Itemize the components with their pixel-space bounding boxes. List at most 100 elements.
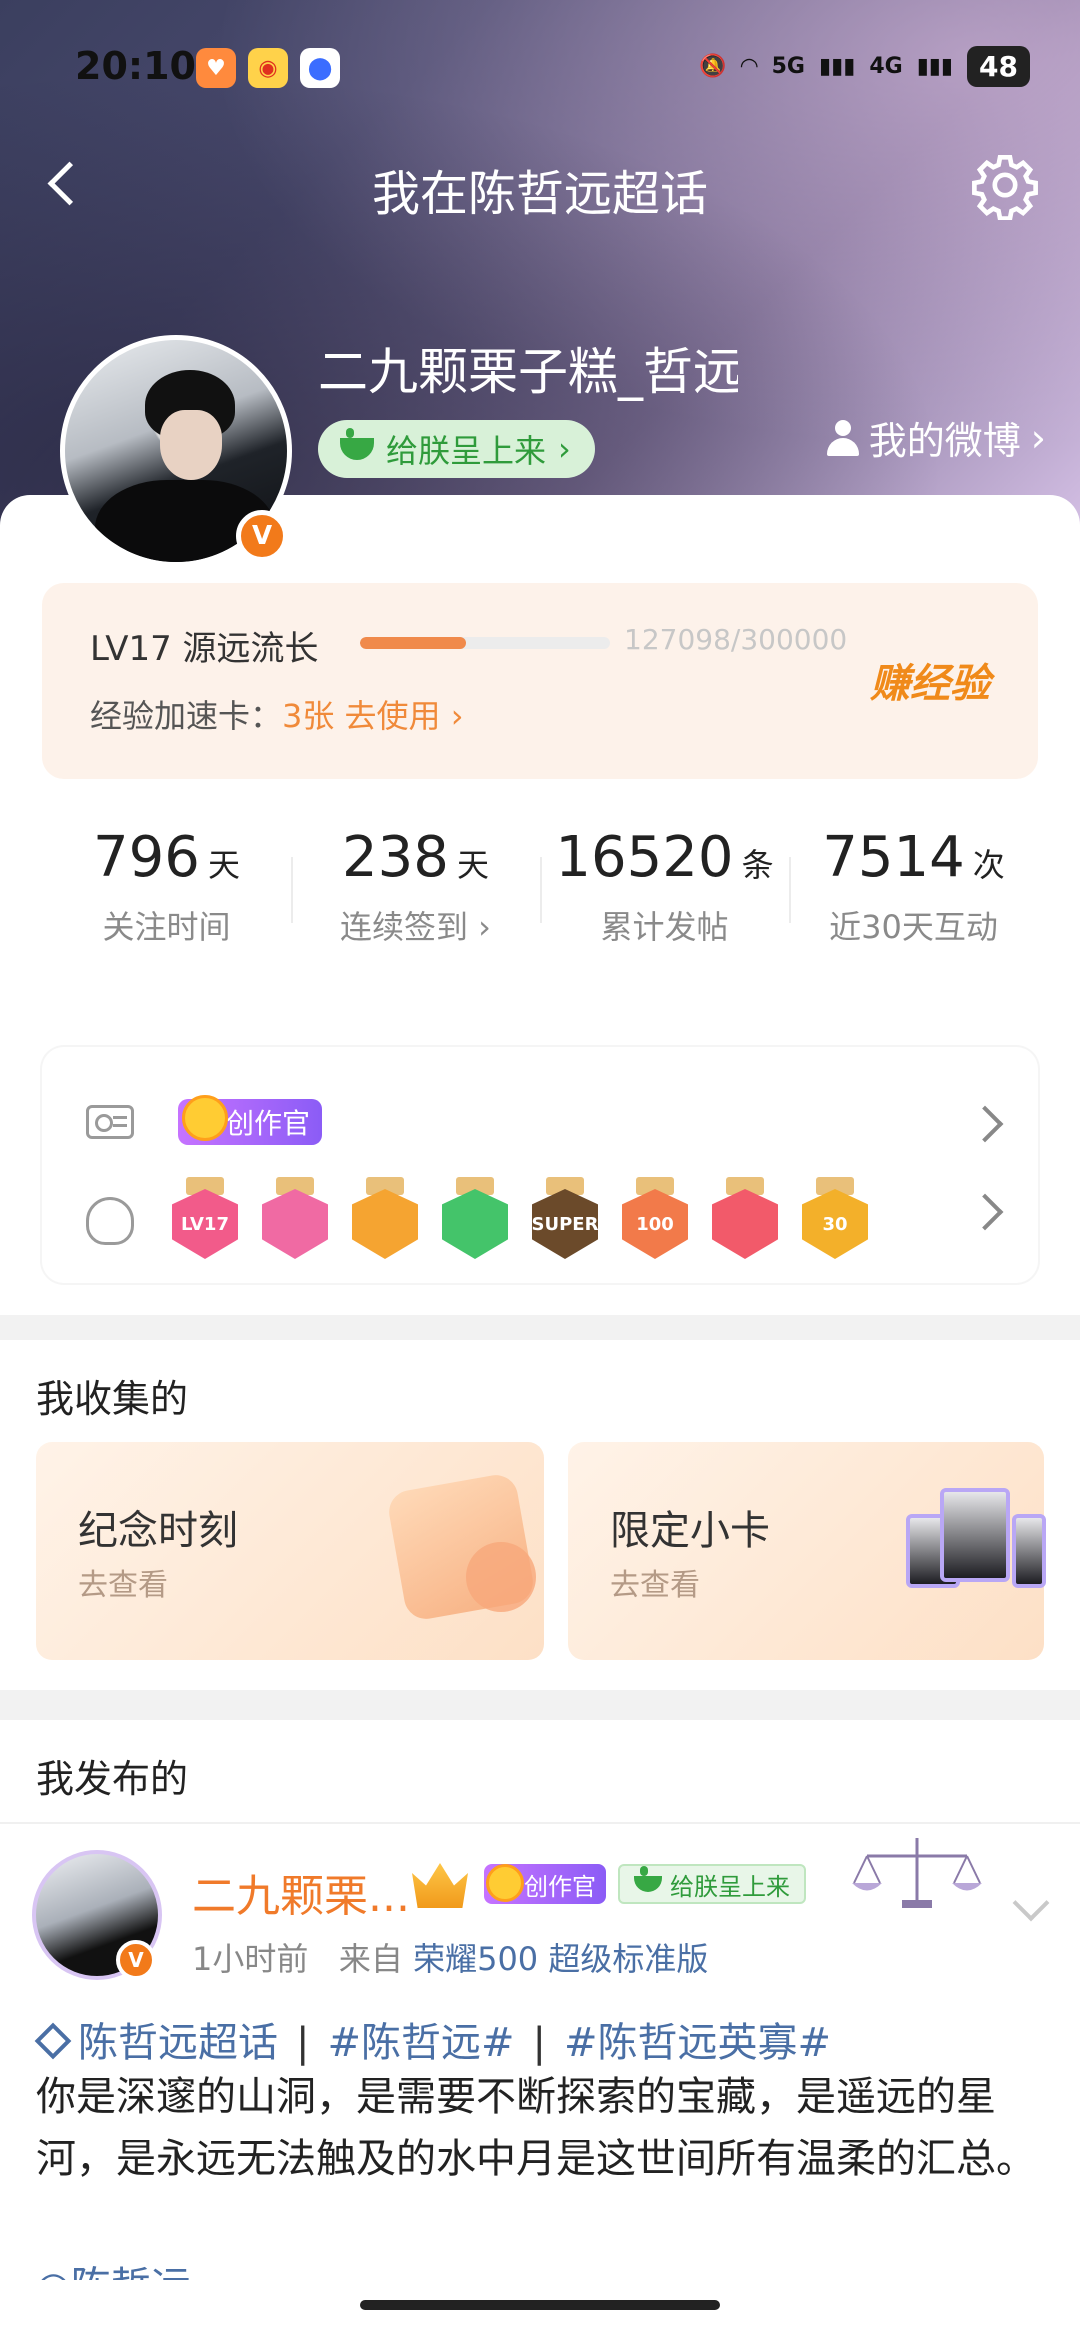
posts-title: 我发布的 (36, 1757, 189, 1801)
level-panel[interactable]: LV17 源远流长 127098/300000 赚经验 经验加速卡：3张 去使用… (42, 583, 1038, 779)
photo-card-thumb (1012, 1514, 1046, 1588)
network-5g: 5G (771, 54, 805, 79)
username: 二九颗栗子糕_哲远 (318, 343, 738, 401)
speed-card-label: 经验加速卡： (90, 697, 283, 735)
reward-label: 给朕呈上来 (386, 432, 547, 470)
home-indicator[interactable] (360, 2300, 720, 2310)
chevron-down-icon[interactable] (1012, 1884, 1050, 1922)
notification-app-icon: ♥ (196, 48, 236, 88)
photo-card-thumb (940, 1488, 1010, 1582)
collection-card-moments[interactable]: 纪念时刻 去查看 (36, 1442, 544, 1660)
medal-text: SUPER (532, 1189, 598, 1259)
chevron-right-icon[interactable] (966, 1105, 1004, 1143)
collection-sub: 去查看 (610, 1568, 700, 1603)
level-progress-bar (360, 637, 610, 649)
chevron-right-icon[interactable] (966, 1193, 1004, 1231)
battery-indicator: 48 (967, 46, 1030, 87)
collections-section: 我收集的 纪念时刻 去查看 限定小卡 去查看 (0, 1340, 1080, 1690)
status-time: 20:10 (75, 44, 196, 88)
libra-scale-icon (852, 1838, 982, 1908)
collection-card-limited[interactable]: 限定小卡 去查看 (568, 1442, 1046, 1660)
medal-text (352, 1189, 418, 1259)
wifi-icon: ◠ (740, 54, 758, 79)
creator-tag-label: 创作官 (226, 1107, 311, 1140)
medal-list[interactable]: LV17 SUPER 100 30 (172, 1177, 868, 1259)
medal-text (712, 1189, 778, 1259)
medal-badge-icon (442, 1177, 508, 1259)
earn-exp-button[interactable]: 赚经验 (870, 651, 990, 709)
collections-title: 我收集的 (36, 1377, 189, 1421)
signal-icon-2: ▮▮▮ (916, 54, 954, 79)
reward-tag-label: 给朕呈上来 (670, 1872, 790, 1901)
medal-badge-icon (352, 1177, 418, 1259)
medal-text: 100 (622, 1189, 688, 1259)
medal-text (262, 1189, 328, 1259)
collection-sub: 去查看 (78, 1568, 168, 1603)
medal-badge-icon: 100 (622, 1177, 688, 1259)
post-meta: 1小时前 来自 荣耀500 超级标准版 (192, 1934, 708, 1980)
divider (0, 1822, 1080, 1824)
medal-badge-icon (712, 1177, 778, 1259)
status-icons: 🔕 ◠ 5G ▮▮▮ 4G ▮▮▮ 48 (699, 46, 1030, 87)
post-time: 1小时前 (192, 1940, 309, 1978)
level-title: LV17 源远流长 (90, 629, 319, 669)
stat-checkin-days[interactable]: 238 天 连续签到 › (291, 825, 540, 965)
weibo-app-icon: ◉ (248, 48, 288, 88)
medal-badge-icon (262, 1177, 328, 1259)
creator-face-icon (182, 1095, 228, 1141)
post-tags: 陈哲远超话 | #陈哲远# | #陈哲远英寡# (34, 2010, 831, 2068)
post-author[interactable]: 二九颗栗... (192, 1860, 410, 1924)
bowl-icon (340, 428, 374, 460)
stat-follow-days: 796 天 关注时间 (93, 825, 240, 946)
supertopic-link[interactable]: 陈哲远超话 (78, 2020, 278, 2066)
supertopic-icon (34, 2022, 72, 2060)
posts-section: 我发布的 V 二九颗栗... 创作官 给朕呈上来 1小时前 来自 荣耀500 超… (0, 1720, 1080, 2337)
medal-text: LV17 (172, 1189, 238, 1259)
creator-face-icon (486, 1864, 524, 1902)
chevron-right-icon: › (1030, 415, 1046, 460)
bowl-icon (634, 1866, 662, 1892)
profile-card: LV17 源远流长 127098/300000 赚经验 经验加速卡：3张 去使用… (0, 495, 1080, 1315)
hashtag-link[interactable]: #陈哲远英寡# (564, 2020, 831, 2066)
medal-badge-icon: LV17 (172, 1177, 238, 1259)
collection-title: 限定小卡 (610, 1508, 770, 1554)
signal-icon: ▮▮▮ (819, 54, 856, 79)
hashtag-link[interactable]: #陈哲远# (327, 2020, 514, 2066)
collection-title: 纪念时刻 (78, 1508, 238, 1554)
reward-button[interactable]: 给朕呈上来 › (318, 420, 595, 478)
post-device[interactable]: 荣耀500 超级标准版 (413, 1940, 708, 1978)
creator-tag-label: 创作官 (524, 1872, 596, 1901)
browser-app-icon: ⬤ (300, 48, 340, 88)
verified-badge-icon: V (236, 510, 288, 562)
post-mention-cut[interactable]: ◎陈哲远 (36, 2254, 191, 2280)
chevron-right-icon: › (558, 430, 571, 468)
speed-card-row[interactable]: 经验加速卡：3张 去使用 › (90, 691, 464, 737)
heart-icon (466, 1542, 536, 1612)
person-icon (826, 419, 859, 456)
crown-icon (412, 1863, 468, 1908)
medal-badge-icon: SUPER (532, 1177, 598, 1259)
post-body[interactable]: 你是深邃的山洞，是需要不断探索的宝藏，是遥远的星河，是永远无法触及的水中月是这世… (36, 2066, 1046, 2190)
creator-tag[interactable]: 创作官 (484, 1864, 606, 1904)
medal-text (442, 1189, 508, 1259)
post-from-label: 来自 (338, 1940, 403, 1978)
gear-icon[interactable] (970, 150, 1040, 220)
stats-row: 796 天 关注时间 238 天 连续签到 › 16520 条 累计发帖 7514 次 … (42, 825, 1038, 965)
medal-icon (86, 1197, 134, 1245)
creator-tag[interactable]: 创作官 (178, 1095, 323, 1145)
top-nav: 我在陈哲远超话 (0, 140, 1080, 230)
speed-card-count: 3张 去使用 › (282, 697, 464, 735)
my-weibo-link[interactable]: 我的微博 › (826, 410, 1046, 465)
medal-badge-icon: 30 (802, 1177, 868, 1259)
page-title: 我在陈哲远超话 (371, 166, 708, 222)
verified-badge-icon: V (116, 1940, 156, 1980)
id-card-icon (86, 1105, 134, 1139)
stat-interactions: 7514 次 近30天互动 (789, 825, 1038, 965)
badges-panel: 创作官 LV17 SUPER 100 30 (42, 1047, 1038, 1283)
stat-total-posts: 16520 条 累计发帖 (540, 825, 789, 965)
reward-tag[interactable]: 给朕呈上来 (618, 1864, 806, 1904)
medal-text: 30 (802, 1189, 868, 1259)
level-progress-text: 127098/300000 (624, 623, 848, 656)
status-bar: 20:10 ♥ ◉ ⬤ 🔕 ◠ 5G ▮▮▮ 4G ▮▮▮ 48 (0, 40, 1080, 100)
my-weibo-label: 我的微博 (868, 419, 1021, 463)
